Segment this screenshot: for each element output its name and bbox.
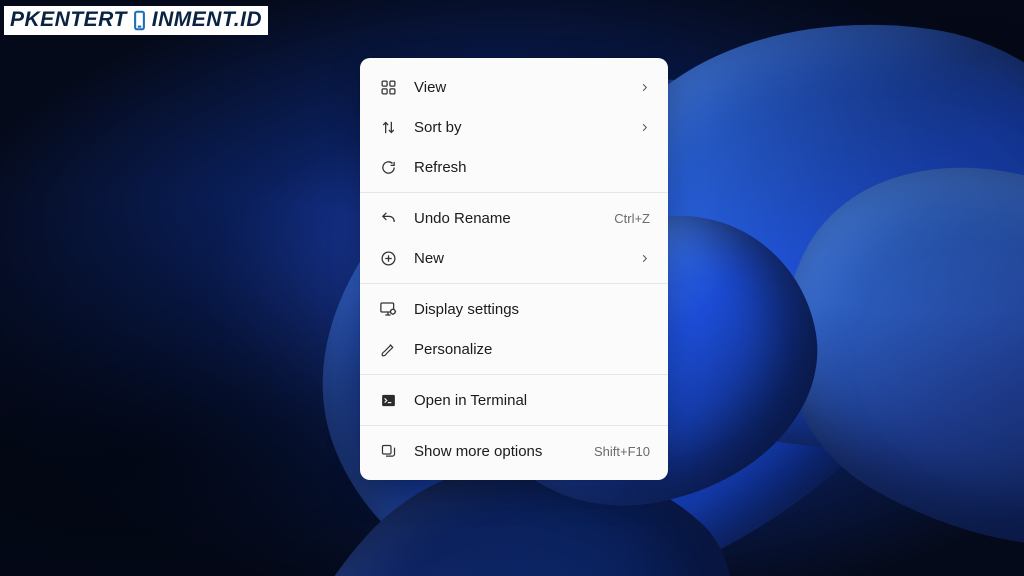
menu-item-accelerator: Ctrl+Z — [606, 211, 650, 226]
menu-item-open-terminal[interactable]: Open in Terminal — [364, 380, 664, 420]
menu-item-label: View — [398, 79, 636, 96]
menu-item-label: Undo Rename — [398, 210, 606, 227]
phone-icon — [129, 10, 150, 31]
site-watermark: PKENTERT INMENT.ID — [4, 6, 268, 35]
grid-icon — [378, 77, 398, 97]
menu-item-new[interactable]: New — [364, 238, 664, 278]
menu-divider — [360, 192, 668, 193]
undo-icon — [378, 208, 398, 228]
menu-item-label: New — [398, 250, 636, 267]
menu-item-label: Sort by — [398, 119, 636, 136]
menu-item-label: Display settings — [398, 301, 650, 318]
display-settings-icon — [378, 299, 398, 319]
terminal-icon — [378, 390, 398, 410]
menu-item-sort-by[interactable]: Sort by — [364, 107, 664, 147]
personalize-icon — [378, 339, 398, 359]
desktop-context-menu: View Sort by Refresh — [360, 58, 668, 480]
refresh-icon — [378, 157, 398, 177]
menu-item-label: Open in Terminal — [398, 392, 650, 409]
menu-divider — [360, 425, 668, 426]
watermark-prefix: PKENTERT — [10, 8, 127, 32]
menu-item-display-settings[interactable]: Display settings — [364, 289, 664, 329]
desktop-wallpaper[interactable]: PKENTERT INMENT.ID View Sort by — [0, 0, 1024, 576]
chevron-right-icon — [636, 253, 650, 264]
menu-item-view[interactable]: View — [364, 67, 664, 107]
menu-item-refresh[interactable]: Refresh — [364, 147, 664, 187]
menu-item-undo-rename[interactable]: Undo Rename Ctrl+Z — [364, 198, 664, 238]
menu-item-label: Show more options — [398, 443, 586, 460]
watermark-suffix: INMENT.ID — [152, 8, 262, 32]
more-options-icon — [378, 441, 398, 461]
menu-divider — [360, 283, 668, 284]
menu-item-show-more-options[interactable]: Show more options Shift+F10 — [364, 431, 664, 471]
chevron-right-icon — [636, 122, 650, 133]
new-icon — [378, 248, 398, 268]
menu-divider — [360, 374, 668, 375]
menu-item-label: Personalize — [398, 341, 650, 358]
menu-item-label: Refresh — [398, 159, 650, 176]
menu-item-personalize[interactable]: Personalize — [364, 329, 664, 369]
sort-icon — [378, 117, 398, 137]
chevron-right-icon — [636, 82, 650, 93]
menu-item-accelerator: Shift+F10 — [586, 444, 650, 459]
